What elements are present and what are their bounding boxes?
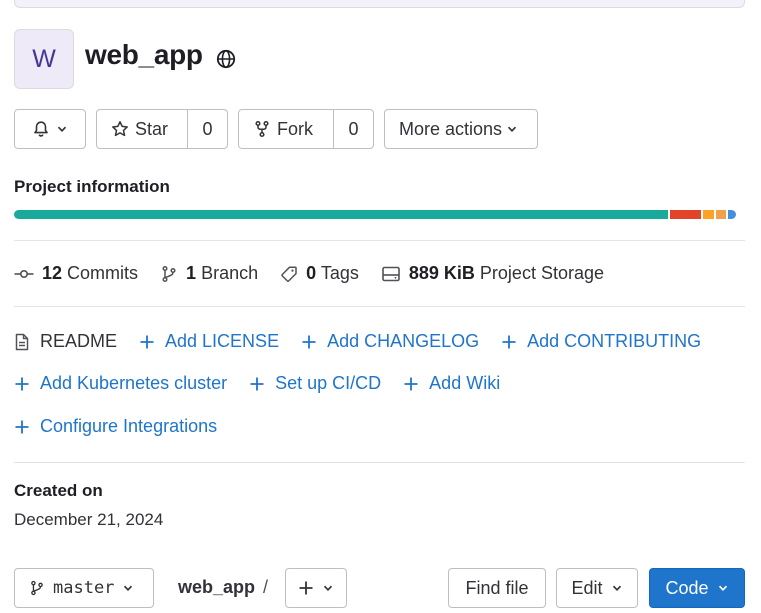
divider — [14, 306, 745, 307]
tags-link[interactable]: 0 Tags — [280, 263, 359, 284]
add-to-tree-dropdown[interactable] — [285, 568, 347, 608]
divider — [14, 462, 745, 463]
readme-link[interactable]: README — [14, 331, 117, 352]
edit-label: Edit — [571, 577, 603, 598]
readme-label: README — [40, 331, 118, 351]
setup-cicd-link[interactable]: Set up CI/CD — [249, 373, 381, 394]
branch-count: 1 — [186, 263, 197, 283]
add-changelog-label: Add CHANGELOG — [327, 331, 480, 351]
project-avatar-letter: W — [32, 44, 56, 73]
created-on-date: December 21, 2024 — [14, 510, 164, 529]
star-label: Star — [135, 118, 169, 139]
plus-icon — [502, 335, 516, 348]
project-avatar: W — [14, 29, 74, 89]
branch-selector[interactable]: master — [14, 568, 154, 608]
notification-dropdown[interactable] — [14, 109, 86, 149]
storage-icon — [382, 266, 400, 281]
branch-icon — [31, 580, 43, 596]
chevron-down-icon — [323, 585, 333, 592]
document-icon — [15, 333, 29, 350]
star-icon — [112, 121, 128, 137]
language-bar-segment — [703, 210, 714, 219]
find-file-label: Find file — [465, 577, 529, 598]
add-wiki-label: Add Wiki — [429, 373, 501, 393]
star-button-group: Star 0 — [96, 109, 228, 149]
branch-icon — [162, 265, 176, 282]
branches-link[interactable]: 1 Branch — [160, 263, 258, 284]
branch-label: Branch — [201, 263, 259, 283]
storage-link[interactable]: 889 KiB Project Storage — [381, 263, 604, 284]
divider — [14, 240, 745, 241]
plus-icon — [299, 581, 313, 595]
code-label: Code — [665, 577, 709, 598]
chevron-down-icon — [612, 585, 621, 592]
fork-icon — [255, 120, 269, 138]
find-file-button[interactable]: Find file — [448, 568, 546, 608]
add-contributing-label: Add CONTRIBUTING — [527, 331, 702, 351]
tag-icon — [281, 265, 297, 282]
plus-icon — [15, 377, 29, 390]
chevron-down-icon — [507, 126, 517, 133]
code-dropdown[interactable]: Code — [649, 568, 745, 608]
quick-links-row-2: Add Kubernetes cluster Set up CI/CD Add … — [14, 373, 500, 394]
configure-integrations-link[interactable]: Configure Integrations — [14, 416, 217, 437]
edit-dropdown[interactable]: Edit — [556, 568, 638, 608]
language-bar-segment — [14, 210, 669, 219]
add-kubernetes-link[interactable]: Add Kubernetes cluster — [14, 373, 227, 394]
repository-language-bar — [14, 210, 745, 219]
quick-links-row-3: Configure Integrations — [14, 416, 217, 437]
fork-button[interactable]: Fork — [239, 110, 333, 148]
globe-icon — [216, 49, 236, 69]
project-stats: 12 Commits 1 Branch 0 Tags 889 KiB Proje… — [14, 263, 626, 284]
chevron-down-icon — [57, 126, 67, 133]
add-license-link[interactable]: Add LICENSE — [139, 331, 279, 352]
star-button[interactable]: Star — [97, 110, 187, 148]
plus-icon — [15, 420, 29, 433]
language-bar-segment — [670, 210, 702, 219]
tags-count: 0 — [306, 263, 317, 283]
commit-icon — [14, 269, 34, 278]
project-information-heading: Project information — [14, 177, 170, 196]
commits-count: 12 — [42, 263, 63, 283]
storage-value: 889 KiB — [408, 263, 475, 283]
language-bar-segment — [715, 210, 726, 219]
plus-icon — [302, 335, 316, 348]
tags-label: Tags — [320, 263, 359, 283]
add-contributing-link[interactable]: Add CONTRIBUTING — [501, 331, 701, 352]
bell-icon — [34, 121, 48, 137]
plus-icon — [404, 377, 418, 390]
fork-count-value: 0 — [348, 118, 359, 139]
breadcrumb-project[interactable]: web_app — [178, 577, 255, 598]
add-changelog-link[interactable]: Add CHANGELOG — [301, 331, 479, 352]
branch-name: master — [53, 578, 115, 598]
add-kubernetes-label: Add Kubernetes cluster — [40, 373, 228, 393]
breadcrumb-separator: / — [263, 577, 269, 597]
configure-integrations-label: Configure Integrations — [40, 416, 218, 436]
chevron-down-icon — [718, 585, 727, 592]
commits-link[interactable]: 12 Commits — [14, 263, 138, 284]
fork-label: Fork — [277, 118, 313, 139]
add-wiki-link[interactable]: Add Wiki — [403, 373, 500, 394]
star-count-value: 0 — [202, 118, 213, 139]
fork-button-group: Fork 0 — [238, 109, 374, 149]
commits-label: Commits — [67, 263, 139, 283]
plus-icon — [140, 335, 154, 348]
top-alert-strip — [14, 0, 745, 8]
fork-count[interactable]: 0 — [333, 110, 373, 148]
more-actions-label: More actions — [399, 118, 503, 139]
setup-cicd-label: Set up CI/CD — [275, 373, 382, 393]
chevron-down-icon — [124, 585, 133, 592]
star-count[interactable]: 0 — [187, 110, 227, 148]
quick-links-row-1: README Add LICENSE Add CHANGELOG Add CON… — [14, 331, 701, 352]
more-actions-dropdown[interactable]: More actions — [384, 109, 538, 149]
plus-icon — [250, 377, 264, 390]
add-license-label: Add LICENSE — [165, 331, 280, 351]
language-bar-segment — [727, 210, 737, 219]
storage-label: Project Storage — [479, 263, 604, 283]
created-on-label: Created on — [14, 481, 103, 500]
project-title: web_app — [85, 39, 203, 70]
